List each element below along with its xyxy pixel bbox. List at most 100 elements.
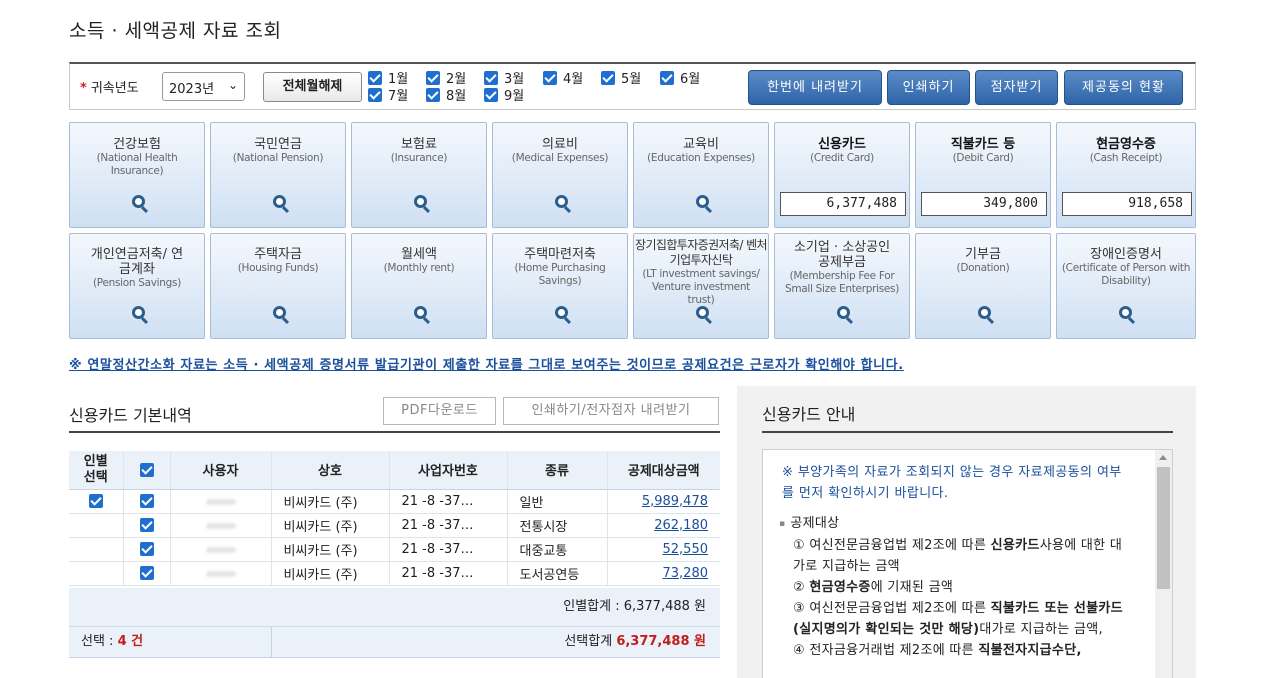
type-cell: 일반 bbox=[507, 489, 608, 514]
tile-health-insurance[interactable]: 건강보험 (National Health Insurance) bbox=[69, 122, 205, 228]
tile-label: 신용카드 bbox=[818, 137, 866, 152]
tile-label: 의료비 bbox=[542, 137, 578, 152]
month-checkbox-3[interactable]: 3월 bbox=[484, 71, 524, 87]
tile-donation[interactable]: 기부금 (Donation) bbox=[915, 233, 1051, 339]
tile-label: 주택자금 bbox=[254, 247, 302, 262]
tile-pension-savings[interactable]: 개인연금저축/ 연금계좌 (Pension Savings) bbox=[69, 233, 205, 339]
checkbox-icon bbox=[426, 88, 440, 102]
tile-label: 보험료 bbox=[401, 137, 437, 152]
tile-education-expenses[interactable]: 교육비 (Education Expenses) bbox=[633, 122, 769, 228]
tile-label: 기부금 bbox=[965, 247, 1001, 262]
company-cell: 비씨카드 (주) bbox=[271, 513, 390, 538]
month-checkbox-5[interactable]: 5월 bbox=[601, 71, 641, 87]
type-cell: 대중교통 bbox=[507, 537, 608, 562]
tile-sublabel: (National Pension) bbox=[232, 152, 324, 164]
amount-link[interactable]: 5,989,478 bbox=[642, 494, 708, 509]
month-checkbox-6[interactable]: 6월 bbox=[660, 71, 700, 87]
individual-total-value: 6,377,488 원 bbox=[623, 599, 706, 614]
tile-label: 교육비 bbox=[683, 137, 719, 152]
tile-home-purchasing-savings[interactable]: 주택마련저축 (Home Purchasing Savings) bbox=[492, 233, 628, 339]
tile-disability-certificate[interactable]: 장애인증명서 (Certificate of Person with Disab… bbox=[1056, 233, 1196, 339]
amount-link[interactable]: 73,280 bbox=[663, 566, 709, 581]
company-cell: 비씨카드 (주) bbox=[271, 561, 390, 586]
tile-sublabel: (Monthly rent) bbox=[383, 262, 455, 274]
row-checkbox[interactable] bbox=[123, 489, 171, 514]
tile-credit-card[interactable]: 신용카드 (Credit Card) 6,377,488 bbox=[774, 122, 910, 228]
amount-cell: 52,550 bbox=[607, 537, 720, 562]
checkbox-icon bbox=[139, 494, 154, 508]
year-label: * 귀속년도 bbox=[80, 81, 139, 96]
amount-link[interactable]: 262,180 bbox=[654, 518, 708, 533]
tile-lt-investment-savings[interactable]: 장기집합투자증권저축/ 벤처기업투자신탁 (LT investment savi… bbox=[633, 233, 769, 339]
pdf-download-button[interactable]: PDF다운로드 bbox=[383, 397, 496, 425]
guide-notice: ※ 부양가족의 자료가 조회되지 않는 경우 자료제공동의 여부를 먼저 확인하… bbox=[782, 465, 1122, 501]
select-all-checkbox[interactable] bbox=[123, 451, 171, 490]
search-icon bbox=[696, 195, 709, 208]
row-checkbox[interactable] bbox=[123, 513, 171, 538]
deduction-notice-link[interactable]: ※ 연말정산간소화 자료는 소득 · 세액공제 증명서류 발급기관이 제출한 자… bbox=[69, 354, 904, 373]
tile-small-enterprise-fund[interactable]: 소기업 · 소상공인 공제부금 (Membership Fee For Smal… bbox=[774, 233, 910, 339]
tile-medical-expenses[interactable]: 의료비 (Medical Expenses) bbox=[492, 122, 628, 228]
chevron-down-icon: ⌄ bbox=[227, 78, 238, 92]
scrollbar-thumb[interactable] bbox=[1157, 467, 1170, 589]
guide-header: 공제대상 bbox=[779, 513, 1134, 535]
biz-no-cell: 21 -8 -37… bbox=[389, 561, 508, 586]
month-checkbox-2[interactable]: 2월 bbox=[426, 71, 466, 87]
month-checkbox-8[interactable]: 8월 bbox=[426, 88, 466, 104]
col-type: 종류 bbox=[507, 451, 608, 490]
checkbox-icon bbox=[368, 88, 382, 102]
amount-cell: 5,989,478 bbox=[607, 489, 720, 514]
selected-total-row: 선택 : 4 건 선택합계 6,377,488 원 bbox=[69, 627, 720, 658]
individual-select-checkbox[interactable] bbox=[69, 489, 124, 514]
tile-label: 장애인증명서 bbox=[1090, 247, 1162, 262]
debit-card-amount: 349,800 bbox=[921, 192, 1047, 216]
month-checkbox-9[interactable]: 9월 bbox=[484, 88, 524, 104]
print-button[interactable]: 인쇄하기 bbox=[887, 70, 970, 105]
checkbox-icon bbox=[139, 462, 154, 477]
cash-receipt-amount: 918,658 bbox=[1062, 192, 1192, 216]
tile-label: 직불카드 등 bbox=[950, 137, 1016, 152]
search-icon bbox=[696, 306, 709, 319]
table-header-row: 인별 선택 사용자 상호 사업자번호 종류 공제대상금액 bbox=[69, 451, 720, 490]
checkbox-icon bbox=[660, 71, 674, 85]
section-title: 신용카드 기본내역 bbox=[69, 406, 192, 425]
year-select[interactable]: 2023년 ⌄ bbox=[162, 72, 245, 101]
tile-cash-receipt[interactable]: 현금영수증 (Cash Receipt) 918,658 bbox=[1056, 122, 1196, 228]
tile-monthly-rent[interactable]: 월세액 (Monthly rent) bbox=[351, 233, 487, 339]
checkbox-icon bbox=[139, 542, 154, 556]
search-icon bbox=[273, 195, 286, 208]
month-checkbox-7[interactable]: 7월 bbox=[368, 88, 408, 104]
download-all-button[interactable]: 한번에 내려받기 bbox=[748, 70, 882, 105]
tile-label: 개인연금저축/ 연금계좌 bbox=[90, 247, 184, 277]
tile-label: 주택마련저축 bbox=[524, 247, 596, 262]
guide-title: 신용카드 안내 bbox=[762, 405, 856, 424]
month-checkbox-1[interactable]: 1월 bbox=[368, 71, 408, 87]
tile-label: 장기집합투자증권저축/ 벤처기업투자신탁 bbox=[635, 238, 768, 267]
e-receive-button[interactable]: 점자받기 bbox=[975, 70, 1058, 105]
selected-total: 선택합계 6,377,488 원 bbox=[564, 634, 706, 649]
col-individual-select: 인별 선택 bbox=[69, 451, 124, 490]
row-checkbox[interactable] bbox=[123, 537, 171, 562]
scrollbar[interactable] bbox=[1155, 450, 1172, 678]
tile-housing-funds[interactable]: 주택자금 (Housing Funds) bbox=[210, 233, 346, 339]
table-row: 비씨카드 (주) 21 -8 -37… 일반 5,989,478 bbox=[69, 489, 720, 514]
user-cell-redacted bbox=[170, 489, 272, 514]
provider-status-button[interactable]: 제공동의 현황 bbox=[1064, 70, 1183, 105]
row-checkbox[interactable] bbox=[123, 561, 171, 586]
tile-insurance[interactable]: 보험료 (Insurance) bbox=[351, 122, 487, 228]
user-cell-redacted bbox=[170, 561, 272, 586]
guide-content-box[interactable]: ※ 부양가족의 자료가 조회되지 않는 경우 자료제공동의 여부를 먼저 확인하… bbox=[762, 449, 1173, 678]
tile-sublabel: (Certificate of Person with Disability) bbox=[1061, 262, 1191, 287]
search-icon bbox=[555, 195, 568, 208]
individual-total-row: 인별합계 : 6,377,488 원 bbox=[69, 588, 720, 627]
month-checkbox-4[interactable]: 4월 bbox=[543, 71, 583, 87]
tile-label: 현금영수증 bbox=[1096, 137, 1156, 152]
tile-debit-card[interactable]: 직불카드 등 (Debit Card) 349,800 bbox=[915, 122, 1051, 228]
filter-bar: * 귀속년도 2023년 ⌄ 전체월해제 1월 2월 3월 4월 5월 6월 7월 … bbox=[69, 62, 1196, 110]
amount-link[interactable]: 52,550 bbox=[663, 542, 709, 557]
print-braille-download-button[interactable]: 인쇄하기/전자점자 내려받기 bbox=[503, 397, 719, 425]
scroll-up-icon[interactable] bbox=[1159, 455, 1167, 460]
unselect-all-months-button[interactable]: 전체월해제 bbox=[263, 72, 362, 102]
tile-sublabel: (Medical Expenses) bbox=[511, 152, 609, 164]
tile-national-pension[interactable]: 국민연금 (National Pension) bbox=[210, 122, 346, 228]
